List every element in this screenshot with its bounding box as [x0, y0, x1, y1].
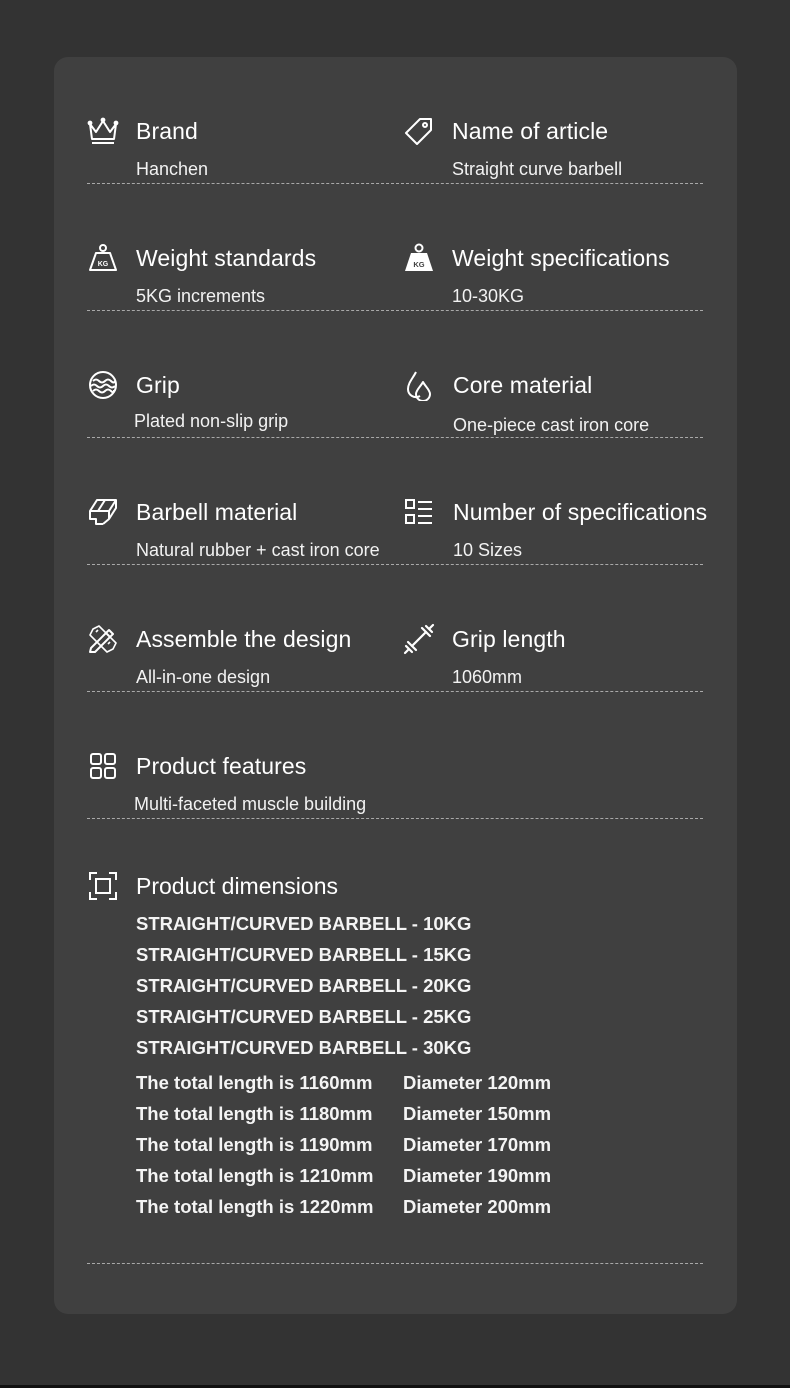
grip-value: Plated non-slip grip — [134, 411, 289, 431]
model-line: STRAIGHT/CURVED BARBELL - 10KG — [136, 913, 472, 934]
spec-row-5: Assemble the design All-in-one design Gr… — [87, 565, 703, 692]
spec-row-4: Barbell material Natural rubber + cast i… — [87, 438, 707, 565]
brand-value: Hanchen — [136, 159, 209, 179]
spec-card: Brand Hanchen Name of article Straight c… — [54, 57, 737, 1314]
product-dimensions-title: Product dimensions — [136, 873, 338, 899]
number-of-specifications-title: Number of specifications — [453, 499, 708, 525]
model-line: STRAIGHT/CURVED BARBELL - 20KG — [136, 975, 472, 996]
model-line: STRAIGHT/CURVED BARBELL - 30KG — [136, 1037, 472, 1058]
kg-weight-filled-icon: KG — [403, 242, 435, 274]
brand-title: Brand — [136, 118, 198, 144]
weight-specifications-value: 10-30KG — [452, 286, 525, 306]
barbell-material-value: Natural rubber + cast iron core — [136, 540, 380, 560]
frame-icon — [87, 870, 119, 902]
separator — [87, 1263, 703, 1264]
barbell-material-title: Barbell material — [136, 499, 298, 525]
total-length: The total length is 1190mm — [136, 1134, 373, 1155]
material-block-icon — [87, 496, 119, 528]
grip-length-title: Grip length — [452, 626, 566, 652]
kg-weight-outline-icon: KG — [87, 242, 119, 274]
grip-length-value: 1060mm — [452, 667, 523, 687]
total-length: The total length is 1180mm — [136, 1103, 373, 1124]
wave-circle-icon — [87, 369, 119, 401]
crown-icon — [87, 115, 119, 147]
spec-row-3: Grip Plated non-slip grip Core material … — [87, 311, 703, 438]
weight-standards-value: 5KG increments — [136, 286, 266, 306]
total-length: The total length is 1220mm — [136, 1196, 374, 1217]
assemble-the-design-title: Assemble the design — [136, 626, 352, 652]
droplets-icon — [403, 369, 435, 401]
weight-standards-title: Weight standards — [136, 245, 317, 271]
spec-row-2: KG Weight standards 5KG increments KG We… — [87, 184, 703, 311]
diameter: Diameter 150mm — [403, 1103, 552, 1124]
diameter: Diameter 120mm — [403, 1072, 552, 1093]
product-features-value: Multi-faceted muscle building — [134, 794, 367, 814]
grip-title: Grip — [136, 372, 180, 398]
dumbbell-icon — [403, 623, 435, 655]
spec-row-1: Brand Hanchen Name of article Straight c… — [87, 57, 703, 184]
number-of-specifications-value: 10 Sizes — [453, 540, 523, 560]
assemble-the-design-value: All-in-one design — [136, 667, 271, 687]
svg-text:KG: KG — [413, 260, 424, 269]
total-length: The total length is 1210mm — [136, 1165, 374, 1186]
model-line: STRAIGHT/CURVED BARBELL - 25KG — [136, 1006, 472, 1027]
weight-specifications-title: Weight specifications — [452, 245, 670, 271]
diameter: Diameter 200mm — [403, 1196, 552, 1217]
product-features-title: Product features — [136, 753, 307, 779]
list-icon — [403, 496, 435, 528]
core-material-title: Core material — [453, 372, 593, 398]
svg-text:KG: KG — [98, 261, 109, 268]
grid-icon — [87, 750, 119, 782]
diameter: Diameter 170mm — [403, 1134, 552, 1155]
name-of-article-value: Straight curve barbell — [452, 159, 623, 179]
name-of-article-title: Name of article — [452, 118, 609, 144]
design-tools-icon — [87, 623, 119, 655]
core-material-value: One-piece cast iron core — [453, 415, 650, 435]
total-length: The total length is 1160mm — [136, 1072, 373, 1093]
diameter: Diameter 190mm — [403, 1165, 552, 1186]
model-line: STRAIGHT/CURVED BARBELL - 15KG — [136, 944, 472, 965]
spec-row-6: Product features Multi-faceted muscle bu… — [87, 692, 703, 819]
separator — [87, 818, 703, 819]
tag-icon — [403, 115, 435, 147]
